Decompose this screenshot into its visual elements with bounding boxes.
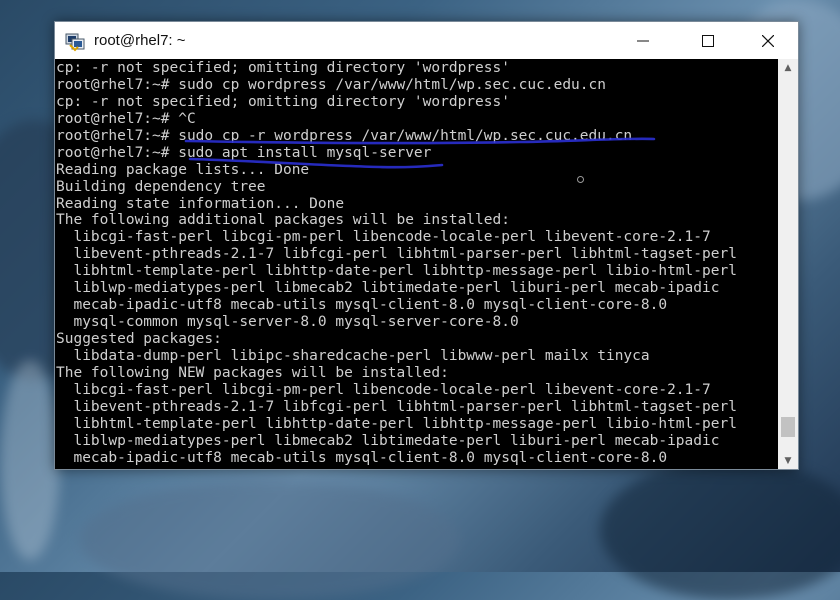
terminal-line: libhtml-template-perl libhttp-date-perl …: [56, 415, 737, 432]
wallpaper-shape: [600, 460, 840, 600]
maximize-button[interactable]: [685, 22, 731, 59]
vertical-scrollbar[interactable]: ▲ ▼: [778, 59, 798, 469]
scrollbar-thumb[interactable]: [781, 417, 795, 437]
terminal-line: Suggested packages:: [56, 331, 222, 347]
terminal-line: liblwp-mediatypes-perl libmecab2 libtime…: [56, 432, 720, 449]
terminal-line: cp: -r not specified; omitting directory…: [56, 60, 510, 76]
terminal-text: cp: -r not specified; omitting directory…: [55, 59, 778, 467]
scroll-down-icon[interactable]: ▼: [778, 452, 798, 469]
terminal-line: libcgi-fast-perl libcgi-pm-perl libencod…: [56, 381, 711, 398]
terminal-line: libevent-pthreads-2.1-7 libfcgi-perl lib…: [56, 398, 737, 415]
close-icon: [762, 34, 774, 47]
terminal-line: The following NEW packages will be insta…: [56, 364, 449, 381]
terminal-line: Building dependency tree: [56, 178, 266, 195]
scroll-up-icon[interactable]: ▲: [778, 59, 798, 76]
terminal-line: mecab-ipadic-utf8 mecab-utils mysql-clie…: [56, 297, 668, 314]
terminal-line: libhtml-template-perl libhttp-date-perl …: [56, 263, 737, 280]
terminal-output[interactable]: cp: -r not specified; omitting directory…: [55, 59, 778, 469]
putty-icon[interactable]: [64, 30, 86, 52]
minimize-icon: [637, 40, 649, 41]
maximize-icon: [702, 34, 714, 47]
wallpaper-shape: [0, 360, 60, 560]
terminal-line: root@rhel7:~# sudo apt install mysql-ser…: [56, 144, 432, 161]
terminal-line: root@rhel7:~# sudo cp wordpress /var/www…: [56, 76, 606, 93]
terminal-line: mysql-common mysql-server-8.0 mysql-serv…: [56, 314, 519, 331]
mouse-cursor-icon: [577, 176, 584, 183]
terminal-line: libevent-pthreads-2.1-7 libfcgi-perl lib…: [56, 246, 737, 263]
title-bar[interactable]: root@rhel7: ~: [55, 22, 798, 59]
terminal-line: root@rhel7:~# ^C: [56, 110, 196, 127]
terminal-line: libcgi-fast-perl libcgi-pm-perl libencod…: [56, 229, 711, 246]
terminal-line: Reading package lists... Done: [56, 161, 310, 178]
terminal-line: libdata-dump-perl libipc-sharedcache-per…: [56, 347, 650, 364]
terminal-line: The following additional packages will b…: [56, 212, 510, 229]
terminal-window[interactable]: root@rhel7: ~ cp: -r not specified; omit…: [54, 21, 799, 470]
window-title: root@rhel7: ~: [94, 32, 186, 49]
terminal-line: mecab-ipadic-utf8 mecab-utils mysql-clie…: [56, 449, 668, 466]
terminal-line: Reading state information... Done: [56, 195, 345, 212]
terminal-line: liblwp-mediatypes-perl libmecab2 libtime…: [56, 280, 720, 297]
terminal-line: cp: -r not specified; omitting directory…: [56, 93, 510, 110]
wallpaper-shape: [80, 480, 460, 600]
minimize-button[interactable]: [620, 22, 666, 59]
terminal-line: root@rhel7:~# sudo cp -r wordpress /var/…: [56, 127, 633, 144]
close-button[interactable]: [745, 22, 791, 59]
